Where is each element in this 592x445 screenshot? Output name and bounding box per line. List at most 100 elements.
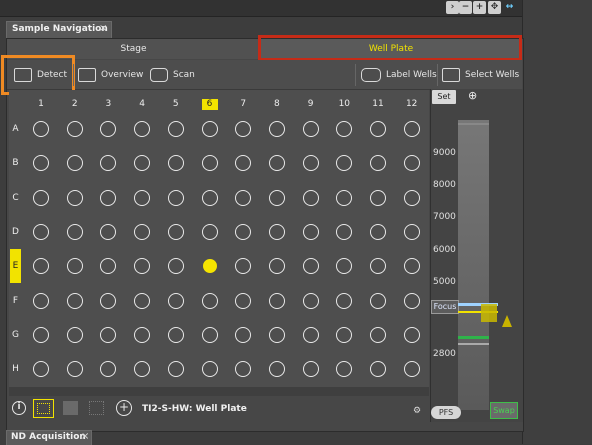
close-icon[interactable]: × (99, 23, 107, 34)
well[interactable] (336, 292, 353, 309)
panel-tab-sample-navigation[interactable]: Sample Navigation × (6, 21, 112, 39)
well[interactable] (66, 155, 83, 172)
well[interactable] (336, 326, 353, 343)
well[interactable] (403, 258, 420, 275)
well[interactable] (100, 292, 117, 309)
well[interactable] (235, 292, 252, 309)
row-header[interactable]: G (10, 327, 21, 343)
z-position-handle[interactable] (481, 304, 497, 322)
well[interactable] (66, 121, 83, 137)
column-header[interactable]: 3 (100, 99, 116, 110)
well[interactable] (302, 361, 319, 378)
well-layout-icon[interactable] (33, 399, 54, 418)
well-active[interactable] (202, 259, 217, 274)
well[interactable] (235, 189, 252, 206)
close-icon[interactable]: × (81, 431, 89, 442)
well[interactable] (66, 326, 83, 343)
column-header[interactable]: 11 (370, 99, 386, 110)
well[interactable] (268, 326, 285, 343)
well[interactable] (167, 189, 184, 206)
column-header[interactable]: 8 (269, 99, 285, 110)
well[interactable] (302, 258, 319, 275)
column-header[interactable]: 4 (134, 99, 150, 110)
row-header[interactable]: B (10, 155, 21, 171)
image-icon[interactable] (63, 401, 78, 415)
well[interactable] (167, 361, 184, 378)
offset-triangle-icon[interactable] (502, 315, 512, 327)
well[interactable] (268, 223, 285, 240)
well[interactable] (33, 292, 49, 309)
well[interactable] (66, 258, 83, 275)
well[interactable] (201, 361, 218, 378)
well[interactable] (66, 223, 83, 240)
swap-button[interactable]: Swap (490, 402, 518, 419)
scroll-right-button[interactable]: › (446, 1, 459, 14)
row-header[interactable]: F (10, 293, 21, 309)
well[interactable] (201, 223, 218, 240)
well[interactable] (268, 258, 285, 275)
well[interactable] (134, 223, 151, 240)
well[interactable] (167, 326, 184, 343)
well[interactable] (336, 189, 353, 206)
well[interactable] (403, 121, 420, 137)
well[interactable] (167, 121, 184, 137)
column-header[interactable]: 9 (303, 99, 319, 110)
well[interactable] (33, 223, 49, 240)
overview-button[interactable]: Overview (78, 66, 143, 84)
well[interactable] (268, 189, 285, 206)
well[interactable] (403, 223, 420, 240)
well[interactable] (66, 292, 83, 309)
grid-view-icon[interactable] (89, 401, 104, 415)
well[interactable] (167, 292, 184, 309)
well[interactable] (403, 155, 420, 172)
add-icon[interactable]: + (116, 400, 132, 416)
zoom-in-icon[interactable]: + (473, 1, 486, 14)
well[interactable] (370, 121, 386, 137)
well[interactable] (235, 223, 252, 240)
well[interactable] (403, 326, 420, 343)
well[interactable] (370, 292, 386, 309)
well[interactable] (66, 189, 83, 206)
well[interactable] (268, 292, 285, 309)
column-header[interactable]: 6 (201, 99, 218, 110)
info-icon[interactable]: i (12, 401, 26, 415)
row-header[interactable]: H (10, 361, 21, 377)
well[interactable] (302, 155, 319, 172)
column-header[interactable]: 10 (336, 99, 352, 110)
row-header[interactable]: A (10, 121, 21, 137)
focus-slider-track[interactable] (458, 120, 489, 410)
well[interactable] (403, 189, 420, 206)
well[interactable] (33, 189, 49, 206)
well[interactable] (134, 292, 151, 309)
well[interactable] (302, 326, 319, 343)
well[interactable] (134, 121, 151, 137)
well[interactable] (167, 258, 184, 275)
well[interactable] (167, 223, 184, 240)
well[interactable] (268, 121, 285, 137)
well[interactable] (167, 155, 184, 172)
well[interactable] (403, 361, 420, 378)
well[interactable] (370, 361, 386, 378)
well[interactable] (201, 155, 218, 172)
row-header[interactable]: D (10, 224, 21, 240)
set-button[interactable]: Set (432, 90, 456, 104)
well[interactable] (33, 361, 49, 378)
column-header[interactable]: 2 (67, 99, 83, 110)
zoom-icon[interactable]: ⊕ (468, 89, 480, 102)
column-header[interactable]: 7 (235, 99, 251, 110)
row-header[interactable]: E (10, 249, 21, 284)
select-wells-button[interactable]: Select Wells (442, 66, 519, 84)
scan-button[interactable]: Scan (150, 66, 195, 84)
column-header[interactable]: 1 (33, 99, 49, 110)
well[interactable] (201, 121, 218, 137)
well[interactable] (201, 189, 218, 206)
well[interactable] (370, 326, 386, 343)
well[interactable] (134, 326, 151, 343)
panel-tab-nd-acquisition[interactable]: ND Acquisition × (6, 430, 92, 445)
well[interactable] (302, 121, 319, 137)
fit-width-icon[interactable]: ↔ (503, 1, 516, 14)
well[interactable] (302, 292, 319, 309)
well[interactable] (100, 189, 117, 206)
well[interactable] (33, 326, 49, 343)
well[interactable] (370, 223, 386, 240)
